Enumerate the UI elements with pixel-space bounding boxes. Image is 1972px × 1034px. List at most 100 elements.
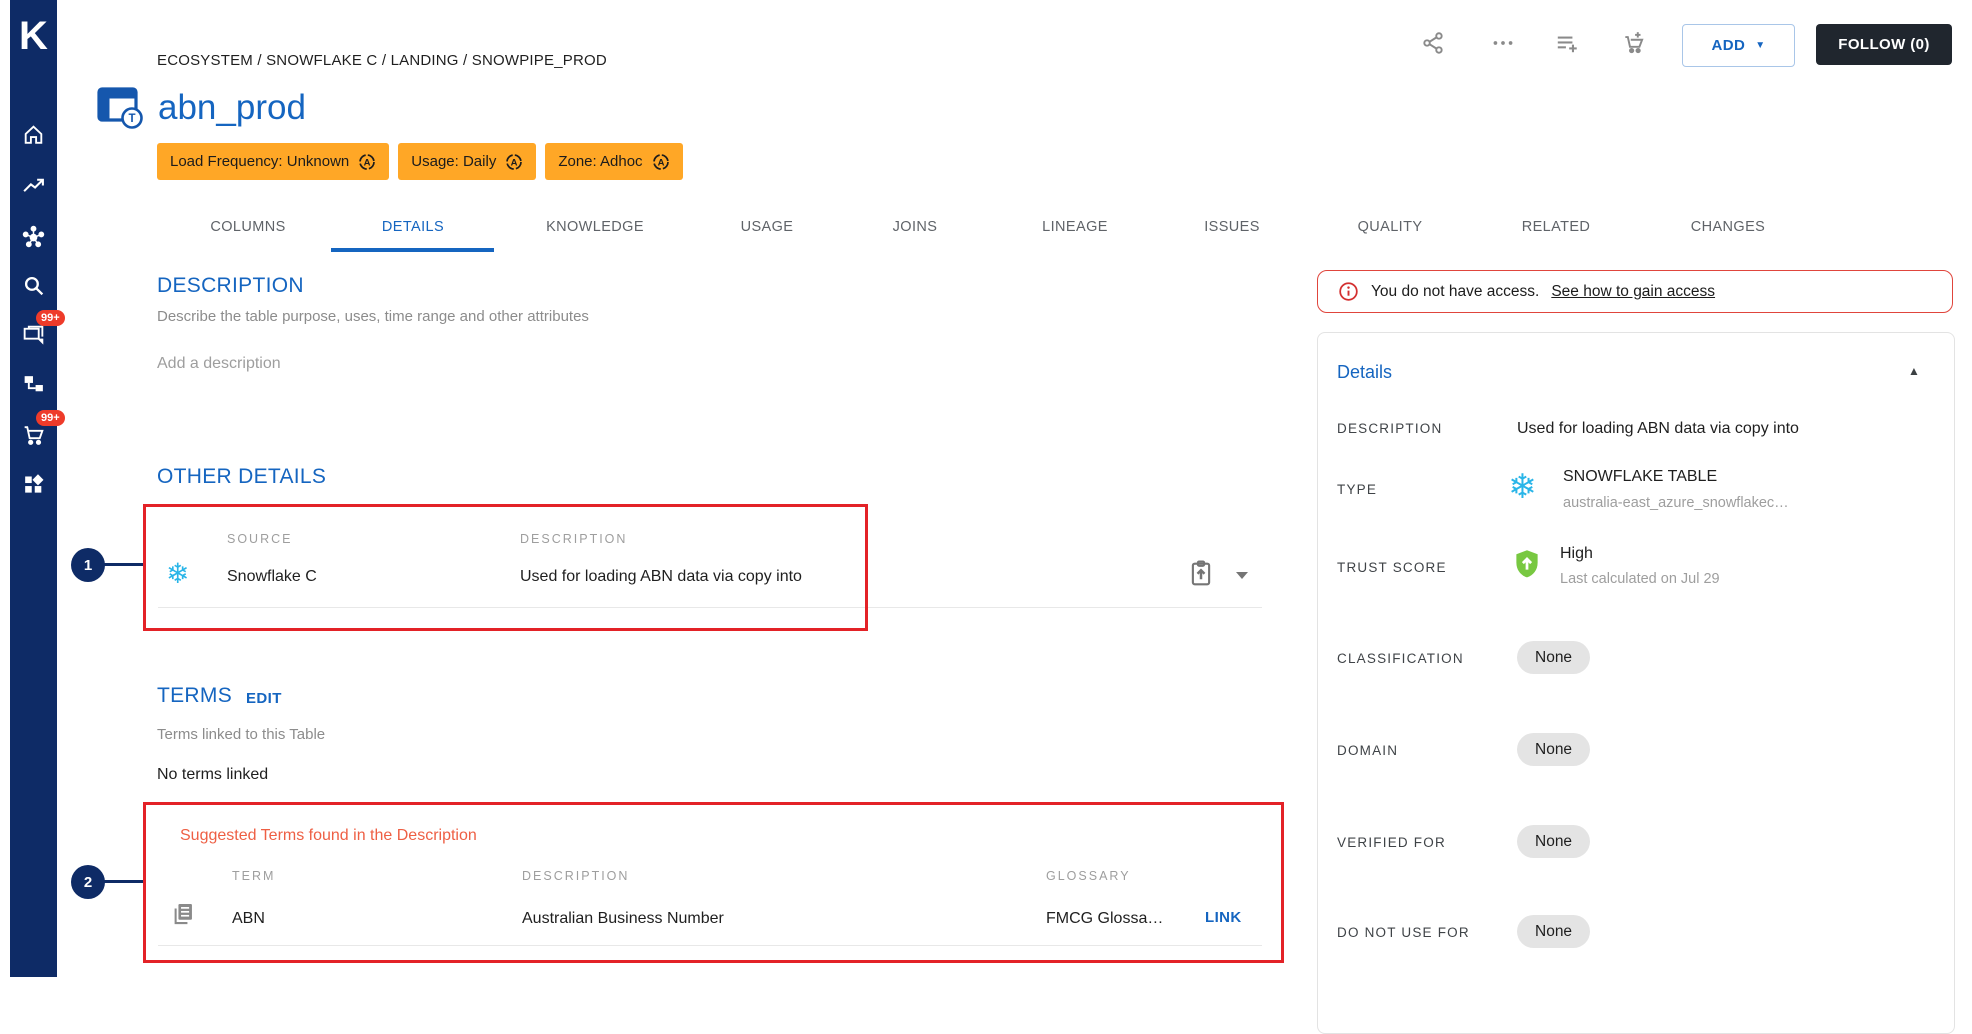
collapse-arrow-icon[interactable]: ▲ [1908, 364, 1920, 378]
svg-text:A: A [511, 157, 518, 168]
search-icon[interactable] [10, 272, 57, 298]
cart-count-badge: 99+ [36, 410, 65, 426]
terms-empty-text: No terms linked [157, 766, 269, 783]
source-cell: Snowflake C [227, 568, 317, 585]
tag-list: Load Frequency: Unknown A Usage: Daily A… [157, 143, 683, 180]
auto-classified-icon: A [359, 153, 376, 170]
glossary-column-header: GLOSSARY [1046, 869, 1131, 883]
svg-text:T: T [128, 113, 135, 125]
breadcrumb[interactable]: ECOSYSTEM / SNOWFLAKE C / LANDING / SNOW… [157, 52, 607, 69]
verified-for-pill: None [1517, 825, 1591, 858]
panel-verified-for-label: VERIFIED FOR [1337, 835, 1446, 850]
do-not-use-for-pill: None [1517, 915, 1591, 948]
details-card-title: Details [1337, 362, 1393, 382]
panel-description-value: Used for loading ABN data via copy into [1517, 420, 1799, 437]
link-term-button[interactable]: LINK [1205, 909, 1242, 926]
source-description-cell: Used for loading ABN data via copy into [520, 568, 802, 585]
annotation-connector-2 [104, 880, 143, 883]
row-divider [158, 607, 1262, 608]
domain-pill: None [1517, 733, 1591, 766]
export-clipboard-icon[interactable] [1186, 558, 1212, 586]
description-column-header: DESCRIPTION [520, 532, 628, 546]
panel-trust-sub: Last calculated on Jul 29 [1560, 571, 1720, 587]
add-description-placeholder[interactable]: Add a description [157, 355, 281, 373]
term-description-cell: Australian Business Number [522, 910, 724, 927]
trust-shield-icon [1512, 548, 1542, 580]
add-button[interactable]: ADD ▼ [1682, 24, 1795, 67]
access-banner: You do not have access. See how to gain … [1317, 270, 1953, 313]
home-icon[interactable] [10, 121, 57, 147]
other-details-heading: OTHER DETAILS [157, 465, 327, 488]
tag-label: Usage: Daily [411, 153, 497, 170]
tag-zone[interactable]: Zone: Adhoc A [545, 143, 683, 180]
tab-columns[interactable]: COLUMNS [210, 210, 285, 244]
term-description-column-header: DESCRIPTION [522, 869, 630, 883]
annotation-connector-1 [104, 563, 143, 566]
tag-label: Zone: Adhoc [558, 153, 643, 170]
description-section-heading: DESCRIPTION [157, 274, 304, 297]
tab-details[interactable]: DETAILS [382, 210, 444, 244]
hub-icon[interactable] [10, 223, 57, 249]
playlist-add-icon[interactable] [1554, 30, 1580, 56]
tab-issues[interactable]: ISSUES [1204, 210, 1260, 244]
panel-trust-value: High [1560, 545, 1593, 562]
term-cell: ABN [232, 910, 265, 927]
trending-icon[interactable] [10, 173, 57, 199]
panel-type-value: SNOWFLAKE TABLE [1563, 468, 1718, 485]
hierarchy-icon[interactable] [10, 371, 57, 397]
page: K 99+ 99+ ADD ▼ FOLLOW (0) ECOSYSTEM / S… [0, 0, 1972, 1034]
tag-usage[interactable]: Usage: Daily A [398, 143, 537, 180]
add-to-cart-icon[interactable] [1621, 30, 1647, 56]
tab-knowledge[interactable]: KNOWLEDGE [546, 210, 644, 244]
panel-classification-label: CLASSIFICATION [1337, 651, 1464, 666]
suggested-terms-title: Suggested Terms found in the Description [180, 827, 477, 844]
panel-do-not-use-for-label: DO NOT USE FOR [1337, 925, 1470, 940]
share-icon[interactable] [1420, 30, 1446, 56]
row-divider [158, 945, 1262, 946]
tag-load-frequency[interactable]: Load Frequency: Unknown A [157, 143, 390, 180]
gain-access-link[interactable]: See how to gain access [1551, 283, 1715, 301]
table-asset-icon: T [96, 84, 144, 130]
snowflake-icon: ❄ [166, 558, 190, 589]
chevron-down-icon: ▼ [1755, 40, 1766, 51]
svg-text:A: A [657, 157, 664, 168]
terms-heading: TERMS [157, 684, 232, 707]
snowflake-icon: ❄ [1508, 468, 1537, 506]
tab-usage[interactable]: USAGE [741, 210, 794, 244]
svg-text:A: A [364, 157, 371, 168]
panel-description-label: DESCRIPTION [1337, 421, 1443, 436]
terms-subtitle: Terms linked to this Table [157, 726, 326, 743]
active-tab-indicator [331, 248, 494, 252]
panel-type-sub: australia-east_azure_snowflakec… [1563, 495, 1789, 511]
classification-pill: None [1517, 641, 1591, 674]
row-expand-chevron-icon[interactable] [1236, 572, 1248, 580]
info-icon [1339, 282, 1358, 301]
tab-related[interactable]: RELATED [1522, 210, 1591, 244]
tab-quality[interactable]: QUALITY [1358, 210, 1423, 244]
auto-classified-icon: A [506, 153, 523, 170]
glossary-cell: FMCG Glossa… [1046, 910, 1164, 927]
tab-joins[interactable]: JOINS [893, 210, 938, 244]
panel-domain-label: DOMAIN [1337, 743, 1399, 758]
description-section-subtitle: Describe the table purpose, uses, time r… [157, 308, 589, 325]
panel-type-label: TYPE [1337, 482, 1378, 497]
panel-trust-label: TRUST SCORE [1337, 560, 1447, 575]
term-column-header: TERM [232, 869, 276, 883]
terms-edit-link[interactable]: EDIT [246, 690, 282, 707]
follow-button-label: FOLLOW (0) [1838, 36, 1930, 53]
follow-button[interactable]: FOLLOW (0) [1816, 24, 1952, 65]
access-banner-text: You do not have access. [1371, 282, 1540, 300]
tab-lineage[interactable]: LINEAGE [1042, 210, 1108, 244]
apps-icon[interactable] [10, 471, 57, 497]
tab-changes[interactable]: CHANGES [1691, 210, 1766, 244]
add-button-label: ADD [1711, 37, 1746, 54]
source-column-header: SOURCE [227, 532, 293, 546]
more-options-icon[interactable] [1490, 30, 1516, 56]
annotation-step-1: 1 [71, 548, 105, 582]
chat-count-badge: 99+ [36, 310, 65, 326]
page-title: abn_prod [158, 88, 306, 127]
app-logo[interactable]: K [10, 12, 57, 60]
tag-label: Load Frequency: Unknown [170, 153, 350, 170]
annotation-step-2: 2 [71, 865, 105, 899]
glossary-term-icon [170, 900, 197, 927]
